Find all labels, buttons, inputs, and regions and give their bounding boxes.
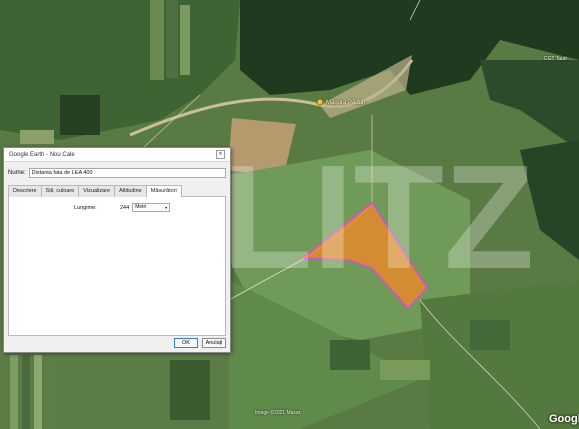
measured-polygon — [300, 201, 428, 310]
path-properties-dialog: Google Earth - Nou Cale ✕ Nume: Distanta… — [3, 147, 231, 353]
google-logo: Google — [549, 413, 579, 425]
name-input[interactable]: Distanta fata de LEA 400 — [28, 168, 226, 178]
length-value: 244 — [120, 204, 130, 211]
measurements-panel: Lungime: 244 Metri ▾ — [8, 196, 226, 336]
chevron-down-icon: ▾ — [165, 205, 168, 210]
name-label: Nume: — [8, 170, 26, 176]
unit-value: Metri — [135, 204, 147, 210]
place-label: Mãgura Pãduri — [326, 100, 366, 106]
length-row: Lungime: 244 Metri ▾ — [74, 203, 171, 212]
dialog-buttons: OK Anulați — [170, 338, 226, 348]
dialog-tabs: Descriere Stil, culoare Vizualizare Alti… — [8, 185, 226, 197]
ok-button[interactable]: OK — [174, 338, 198, 348]
poi-label: CGT Tauri — [544, 56, 567, 62]
place-pin-icon — [316, 98, 324, 106]
tab-style-color[interactable]: Stil, culoare — [40, 185, 80, 197]
length-label: Lungime: — [74, 204, 97, 211]
tab-measurements[interactable]: Măsurători — [145, 185, 182, 197]
name-row: Nume: Distanta fata de LEA 400 — [8, 168, 226, 178]
cancel-button[interactable]: Anulați — [202, 338, 226, 348]
dialog-titlebar[interactable]: Google Earth - Nou Cale ✕ — [4, 148, 230, 162]
imagery-credit: Image ©2021 Maxar — [255, 410, 301, 416]
tab-description[interactable]: Descriere — [8, 185, 42, 197]
unit-select[interactable]: Metri ▾ — [132, 203, 171, 212]
close-icon[interactable]: ✕ — [216, 150, 225, 159]
dialog-title: Google Earth - Nou Cale — [9, 151, 75, 158]
tab-view[interactable]: Vizualizare — [78, 185, 116, 197]
tab-altitude[interactable]: Altitudine — [114, 185, 147, 197]
screenshot-stage: LITZ Mãgura Pãduri CGT Tauri Image ©2021… — [0, 0, 579, 429]
